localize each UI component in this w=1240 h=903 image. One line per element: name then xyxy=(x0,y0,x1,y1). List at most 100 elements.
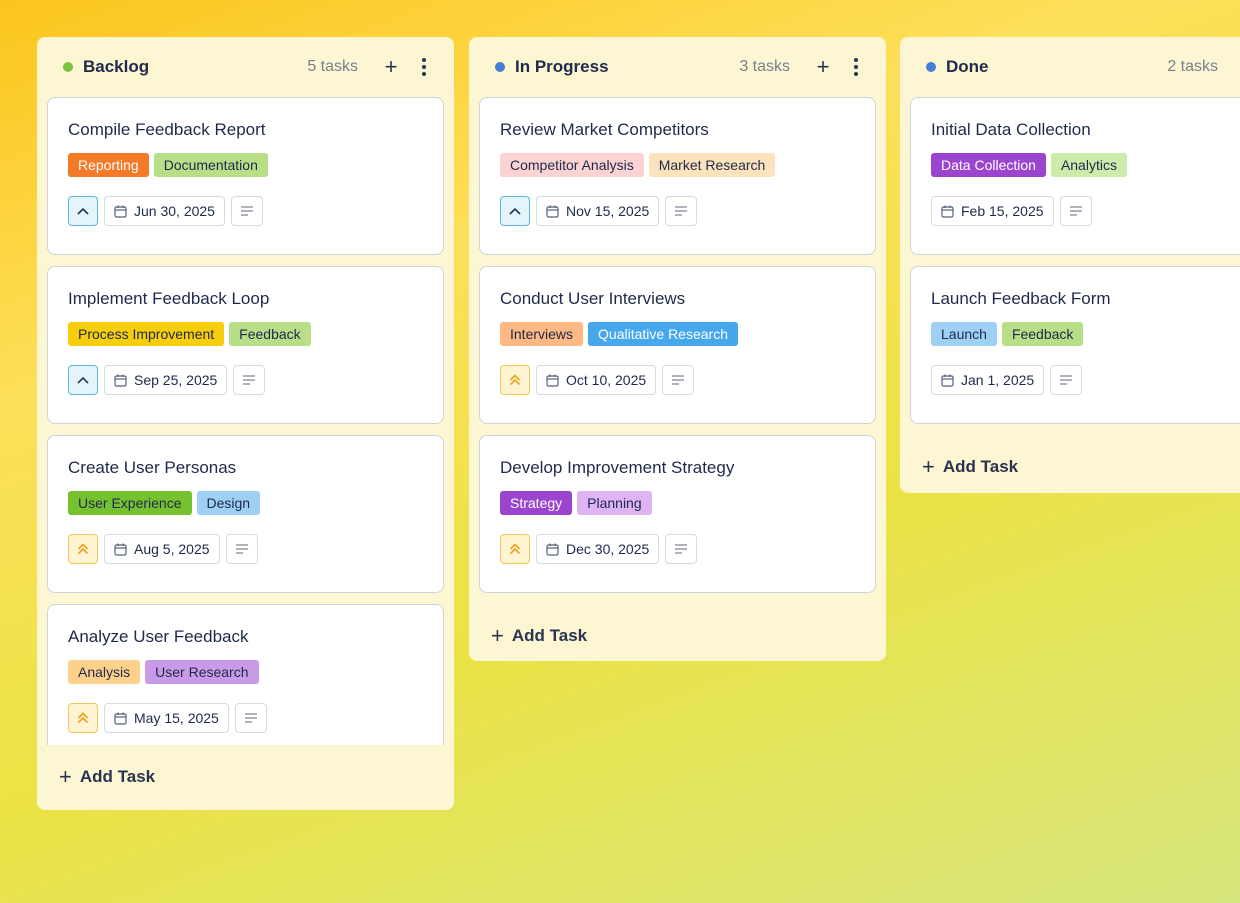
status-dot xyxy=(63,62,73,72)
due-date-chip[interactable]: Aug 5, 2025 xyxy=(104,534,220,564)
tag: Planning xyxy=(577,491,652,515)
due-date-chip[interactable]: Oct 10, 2025 xyxy=(536,365,657,395)
description-icon[interactable] xyxy=(233,365,266,395)
tag: Data Collection xyxy=(931,153,1046,177)
card-meta: Jun 30, 2025 xyxy=(68,196,423,226)
column-header: Backlog 5 tasks + xyxy=(37,37,454,97)
calendar-icon xyxy=(546,205,559,218)
tag: Launch xyxy=(931,322,997,346)
add-task-button[interactable]: + Add Task xyxy=(469,604,886,661)
tag-list: Launch Feedback xyxy=(931,322,1220,346)
priority-high-icon[interactable] xyxy=(68,534,98,564)
plus-icon: + xyxy=(491,623,504,648)
task-card[interactable]: Create User Personas User Experience Des… xyxy=(47,435,444,593)
description-icon[interactable] xyxy=(662,365,695,395)
card-meta: Oct 10, 2025 xyxy=(500,365,855,395)
card-meta: Dec 30, 2025 xyxy=(500,534,855,564)
task-count: 5 tasks xyxy=(307,58,358,75)
calendar-icon xyxy=(546,543,559,556)
card-meta: Aug 5, 2025 xyxy=(68,534,423,564)
due-date-chip[interactable]: Jun 30, 2025 xyxy=(104,196,225,226)
card-list: Initial Data Collection Data Collection … xyxy=(900,97,1240,424)
description-icon[interactable] xyxy=(1059,196,1092,226)
add-icon[interactable]: + xyxy=(378,54,404,80)
task-card[interactable]: Initial Data Collection Data Collection … xyxy=(910,97,1240,255)
task-card[interactable]: Implement Feedback Loop Process Improvem… xyxy=(47,266,444,424)
task-card[interactable]: Develop Improvement Strategy Strategy Pl… xyxy=(479,435,876,593)
due-date-chip[interactable]: Sep 25, 2025 xyxy=(104,365,228,395)
description-icon[interactable] xyxy=(665,534,698,564)
calendar-icon xyxy=(114,374,127,387)
tag-list: Strategy Planning xyxy=(500,491,855,515)
calendar-icon xyxy=(941,374,954,387)
due-date: Nov 15, 2025 xyxy=(566,203,650,219)
tag-list: Reporting Documentation xyxy=(68,153,423,177)
task-count: 3 tasks xyxy=(739,58,790,75)
tag-list: Competitor Analysis Market Research xyxy=(500,153,855,177)
task-card[interactable]: Analyze User Feedback Analysis User Rese… xyxy=(47,604,444,745)
tag: Process Improvement xyxy=(68,322,225,346)
calendar-icon xyxy=(546,374,559,387)
tag: User Experience xyxy=(68,491,192,515)
description-icon[interactable] xyxy=(225,534,258,564)
tag-list: Process Improvement Feedback xyxy=(68,322,423,346)
task-title: Conduct User Interviews xyxy=(500,289,686,308)
priority-up-icon[interactable] xyxy=(68,196,98,226)
status-dot xyxy=(926,62,936,72)
due-date-chip[interactable]: Feb 15, 2025 xyxy=(931,196,1054,226)
more-options-icon[interactable] xyxy=(414,54,434,80)
task-card[interactable]: Conduct User Interviews Interviews Quali… xyxy=(479,266,876,424)
priority-high-icon[interactable] xyxy=(500,534,530,564)
kanban-board: Backlog 5 tasks + Compile Feedback Repor… xyxy=(0,0,1240,903)
task-title: Analyze User Feedback xyxy=(68,627,249,646)
task-card[interactable]: Launch Feedback Form Launch Feedback Jan… xyxy=(910,266,1240,424)
priority-up-icon[interactable] xyxy=(500,196,530,226)
tag: Design xyxy=(196,491,261,515)
task-title: Review Market Competitors xyxy=(500,120,709,139)
column-header: In Progress 3 tasks + xyxy=(469,37,886,97)
priority-up-icon[interactable] xyxy=(68,365,98,395)
priority-high-icon[interactable] xyxy=(500,365,530,395)
priority-high-icon[interactable] xyxy=(68,703,98,733)
due-date: Dec 30, 2025 xyxy=(566,541,650,557)
task-card[interactable]: Review Market Competitors Competitor Ana… xyxy=(479,97,876,255)
tag-list: User Experience Design xyxy=(68,491,423,515)
column-title: Done xyxy=(946,57,989,76)
task-title: Implement Feedback Loop xyxy=(68,289,270,308)
due-date-chip[interactable]: Dec 30, 2025 xyxy=(536,534,660,564)
tag: Analysis xyxy=(68,660,141,684)
description-icon[interactable] xyxy=(234,703,267,733)
tag: Market Research xyxy=(648,153,776,177)
tag-list: Analysis User Research xyxy=(68,660,423,684)
task-count: 2 tasks xyxy=(1167,58,1218,75)
add-task-button[interactable]: + Add Task xyxy=(900,435,1240,493)
task-title: Create User Personas xyxy=(68,458,237,477)
card-meta: May 15, 2025 xyxy=(68,703,423,733)
tag-list: Interviews Qualitative Research xyxy=(500,322,855,346)
tag: Documentation xyxy=(153,153,268,177)
add-task-button[interactable]: + Add Task xyxy=(37,745,454,809)
add-icon[interactable]: + xyxy=(810,54,836,80)
tag: Qualitative Research xyxy=(588,322,738,346)
more-options-icon[interactable] xyxy=(846,54,866,80)
due-date: Aug 5, 2025 xyxy=(134,541,210,557)
card-meta: Jan 1, 2025 xyxy=(931,365,1220,395)
status-dot xyxy=(495,62,505,72)
due-date: Feb 15, 2025 xyxy=(961,203,1044,219)
card-list: Compile Feedback Report Reporting Docume… xyxy=(37,97,454,745)
description-icon[interactable] xyxy=(665,196,698,226)
description-icon[interactable] xyxy=(1050,365,1083,395)
tag: User Research xyxy=(145,660,259,684)
plus-icon: + xyxy=(59,764,72,789)
due-date: Oct 10, 2025 xyxy=(566,372,647,388)
card-meta: Nov 15, 2025 xyxy=(500,196,855,226)
due-date-chip[interactable]: May 15, 2025 xyxy=(104,703,229,733)
due-date-chip[interactable]: Nov 15, 2025 xyxy=(536,196,660,226)
task-card[interactable]: Compile Feedback Report Reporting Docume… xyxy=(47,97,444,255)
column-title: In Progress xyxy=(515,57,609,76)
due-date-chip[interactable]: Jan 1, 2025 xyxy=(931,365,1045,395)
column-header: Done 2 tasks xyxy=(900,37,1240,97)
description-icon[interactable] xyxy=(230,196,263,226)
calendar-icon xyxy=(114,543,127,556)
task-title: Develop Improvement Strategy xyxy=(500,458,735,477)
